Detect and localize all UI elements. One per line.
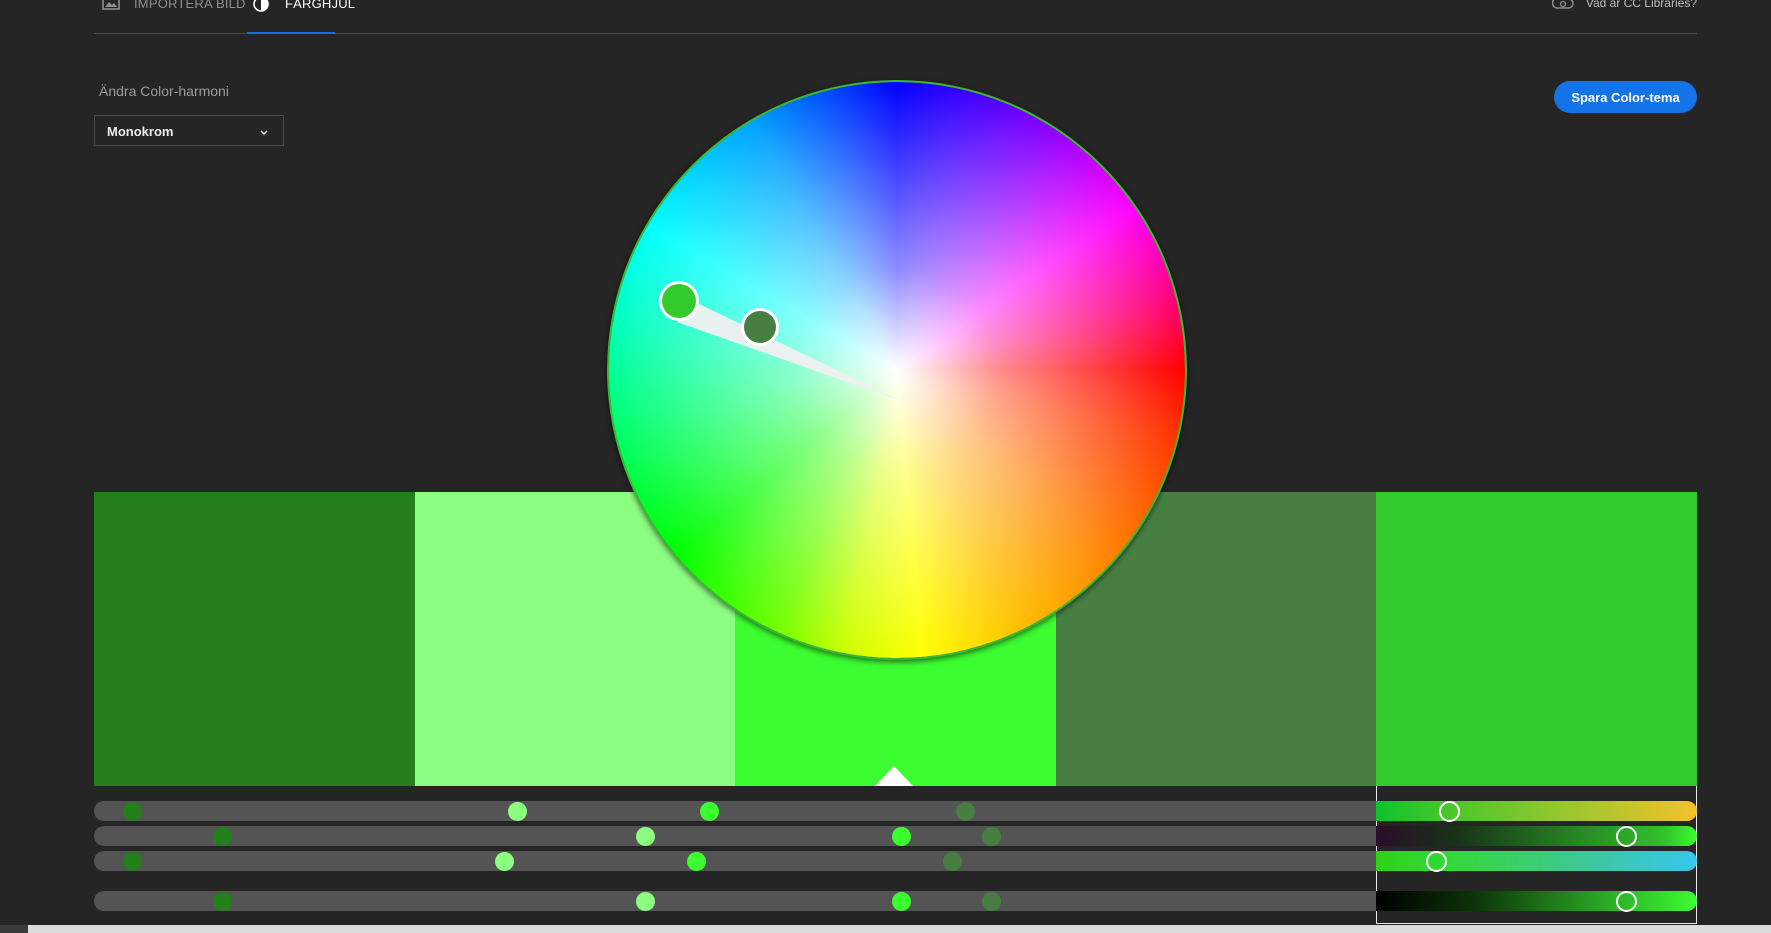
slider-brightness-dot-3[interactable] xyxy=(687,851,707,871)
base-color-marker-icon xyxy=(875,766,913,791)
slider-saturation-dot-2[interactable] xyxy=(635,826,655,846)
slider-saturation-handle[interactable] xyxy=(1615,825,1637,847)
top-nav: IMPORTERA BILD FÄRGHJUL Vad är CC Librar… xyxy=(94,0,1697,34)
slider-value-dot-1[interactable] xyxy=(212,891,232,911)
save-color-theme-button[interactable]: Spara Color-tema xyxy=(1554,81,1697,113)
slider-hue-dot-3[interactable] xyxy=(699,801,719,821)
slider-brightness-dot-2[interactable] xyxy=(494,851,514,871)
color-wheel-shadow xyxy=(607,80,1187,660)
slider-saturation-dot-4[interactable] xyxy=(981,826,1001,846)
chevron-down-icon xyxy=(259,124,269,142)
slider-value-handle[interactable] xyxy=(1615,890,1637,912)
creative-cloud-icon xyxy=(1551,0,1574,13)
harmony-dropdown[interactable]: Monokrom xyxy=(94,115,284,146)
slider-value-dot-2[interactable] xyxy=(635,891,655,911)
slider-brightness-dot-1[interactable] xyxy=(122,851,142,871)
color-wheel[interactable] xyxy=(607,80,1187,660)
image-icon xyxy=(102,0,120,13)
slider-brightness-handle[interactable] xyxy=(1426,850,1448,872)
tab-color-wheel-label: FÄRGHJUL xyxy=(285,0,356,11)
cc-libraries-link[interactable]: Vad är CC Libraries? xyxy=(1551,0,1697,10)
slider-value-gradient[interactable] xyxy=(1376,891,1697,911)
harmony-selected-value: Monokrom xyxy=(107,124,174,139)
slider-saturation-dot-3[interactable] xyxy=(892,826,912,846)
cc-libraries-label: Vad är CC Libraries? xyxy=(1585,0,1697,10)
slider-hue-handle[interactable] xyxy=(1439,800,1461,822)
slider-brightness-gradient[interactable] xyxy=(1376,851,1697,871)
slider-saturation-dot-1[interactable] xyxy=(212,826,232,846)
slider-hue-dot-2[interactable] xyxy=(507,801,527,821)
swatch-1[interactable] xyxy=(94,492,415,786)
horizontal-scrollbar[interactable] xyxy=(0,925,1771,933)
slider-value-dot-3[interactable] xyxy=(892,891,912,911)
swatch-5-fill xyxy=(1376,492,1697,786)
color-wheel-icon xyxy=(253,0,269,15)
slider-value-dot-4[interactable] xyxy=(981,891,1001,911)
slider-hue-gradient[interactable] xyxy=(1376,801,1697,821)
slider-brightness-dot-4[interactable] xyxy=(943,851,963,871)
harmony-label: Ändra Color-harmoni xyxy=(99,83,229,99)
slider-saturation-gradient[interactable] xyxy=(1376,826,1697,846)
slider-hue-dot-1[interactable] xyxy=(122,801,142,821)
slider-hue-dot-4[interactable] xyxy=(956,801,976,821)
tab-import-image-label: IMPORTERA BILD xyxy=(134,0,246,11)
